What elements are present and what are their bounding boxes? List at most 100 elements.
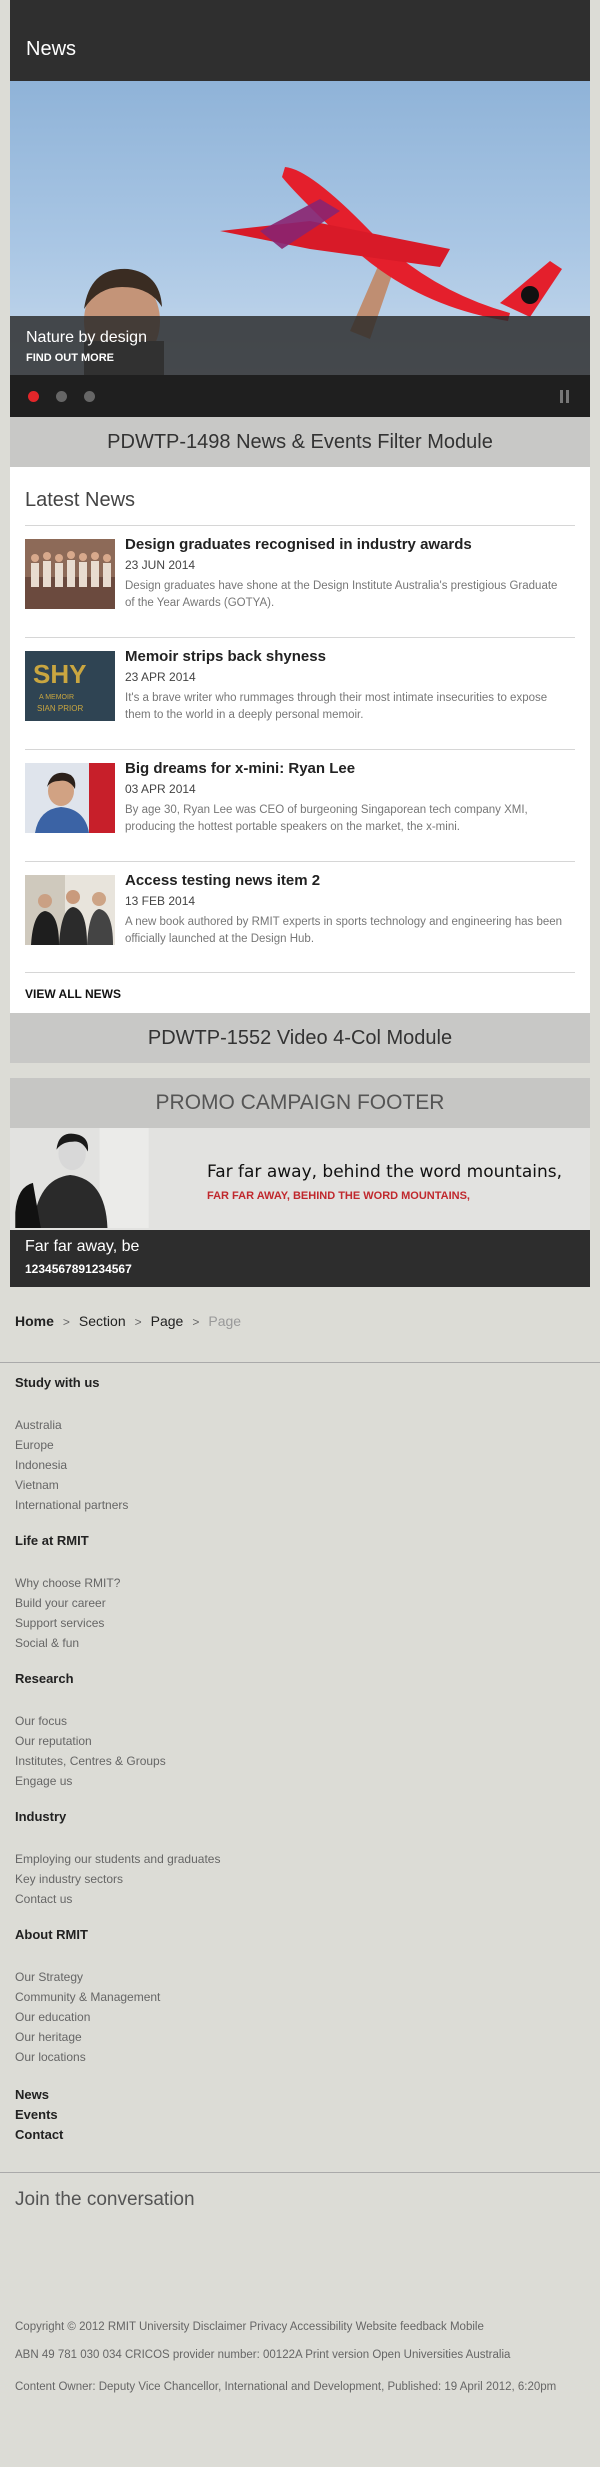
footer-heading: Life at RMIT [15, 1533, 89, 1548]
news-date: 23 APR 2014 [125, 670, 196, 684]
find-out-more-link[interactable]: FIND OUT MORE [26, 352, 114, 364]
footer-group-industry: Industry Employing our students and grad… [15, 1809, 585, 1909]
footer-link[interactable]: Our locations [15, 2047, 585, 2067]
footer-group-study: Study with us Australia Europe Indonesia… [15, 1375, 585, 1515]
footer-link[interactable]: International partners [15, 1495, 585, 1515]
footer-link[interactable]: Contact us [15, 1889, 585, 1909]
latest-news: Latest News Design graduates recognised … [10, 467, 590, 1013]
latest-news-heading: Latest News [25, 489, 136, 511]
news-thumbnail [25, 875, 115, 945]
news-thumbnail [25, 763, 115, 833]
news-title[interactable]: Memoir strips back shyness [125, 648, 326, 665]
news-date: 23 JUN 2014 [125, 558, 196, 572]
promo-person-image [11, 1128, 149, 1228]
footer-link[interactable]: Why choose RMIT? [15, 1573, 585, 1593]
news-date: 13 FEB 2014 [125, 894, 196, 908]
book-subtitle-text: A MEMOIR [39, 694, 74, 701]
footer-heading: About RMIT [15, 1927, 88, 1942]
hero-caption: Nature by design FIND OUT MORE [10, 316, 590, 375]
slider-dot-1[interactable] [28, 391, 39, 402]
news-summary: By age 30, Ryan Lee was CEO of burgeonin… [125, 804, 528, 833]
footer-link[interactable]: Social & fun [15, 1633, 585, 1653]
footer-link[interactable]: Employing our students and graduates [15, 1849, 585, 1869]
divider [25, 972, 575, 973]
news-title[interactable]: Access testing news item 2 [125, 872, 320, 889]
footer-link[interactable]: Build your career [15, 1593, 585, 1613]
pause-icon[interactable] [560, 390, 570, 403]
footer-group-research: Research Our focus Our reputation Instit… [15, 1671, 585, 1791]
news-header: News [10, 0, 590, 81]
promo-banner[interactable]: Far far away, behind the word mountains,… [10, 1128, 590, 1287]
hero-title: Nature by design [26, 329, 147, 346]
news-date: 03 APR 2014 [125, 782, 196, 796]
view-all-news-link[interactable]: VIEW ALL NEWS [25, 987, 121, 1001]
breadcrumb: Home > Section > Page > Page [15, 1313, 241, 1329]
plane-tail-logo [521, 286, 539, 304]
abn-line: ABN 49 781 030 034 CRICOS provider numbe… [15, 2349, 511, 2361]
news-title[interactable]: Design graduates recognised in industry … [125, 536, 472, 553]
footer-link-contact[interactable]: Contact [15, 2125, 585, 2145]
footer-group-life: Life at RMIT Why choose RMIT? Build your… [15, 1533, 585, 1653]
breadcrumb-page[interactable]: Page [151, 1313, 184, 1329]
breadcrumb-current: Page [208, 1313, 242, 1329]
slider-controls [10, 375, 590, 417]
promo-subline: FAR FAR AWAY, BEHIND THE WORD MOUNTAINS, [207, 1190, 470, 1202]
plane-wing [220, 221, 450, 267]
divider [0, 1362, 600, 1363]
divider [0, 2172, 600, 2173]
news-title[interactable]: Big dreams for x-mini: Ryan Lee [125, 760, 355, 777]
slider-dot-3[interactable] [84, 391, 95, 402]
promo-strip: Far far away, be 1234567891234567 [10, 1230, 590, 1287]
filter-module-bar: PDWTP-1498 News & Events Filter Module [10, 417, 590, 467]
book-author-text: SIAN PRIOR [37, 704, 83, 713]
hero-slide[interactable]: Nature by design FIND OUT MORE [10, 81, 590, 375]
page-title: News [26, 38, 77, 60]
footer-link[interactable]: Our Strategy [15, 1967, 585, 1987]
news-thumbnail: SHY A MEMOIR SIAN PRIOR [25, 651, 115, 721]
footer-link-events[interactable]: Events [15, 2105, 585, 2125]
news-summary: A new book authored by RMIT experts in s… [125, 916, 563, 945]
news-item[interactable]: SHY A MEMOIR SIAN PRIOR Memoir strips ba… [25, 637, 575, 749]
news-item[interactable]: Big dreams for x-mini: Ryan Lee 03 APR 2… [25, 749, 575, 861]
footer-link[interactable]: Australia [15, 1415, 585, 1435]
footer-link[interactable]: Our education [15, 2007, 585, 2027]
footer-link[interactable]: Our focus [15, 1711, 585, 1731]
footer-heading: Study with us [15, 1375, 100, 1390]
breadcrumb-section[interactable]: Section [79, 1313, 126, 1329]
footer-group-about: About RMIT Our Strategy Community & Mana… [15, 1927, 585, 2067]
news-list: Design graduates recognised in industry … [25, 525, 575, 973]
news-thumbnail [25, 539, 115, 609]
footer-link[interactable]: Vietnam [15, 1475, 585, 1495]
book-title-text: SHY [33, 659, 86, 689]
breadcrumb-home[interactable]: Home [15, 1313, 54, 1329]
news-item[interactable]: Access testing news item 2 13 FEB 2014 A… [25, 861, 575, 973]
chevron-right-icon: > [192, 1315, 200, 1329]
copyright-line: Copyright © 2012 RMIT University Disclai… [15, 2321, 484, 2333]
promo-footer-bar: PROMO CAMPAIGN FOOTER [10, 1078, 590, 1128]
chevron-right-icon: > [134, 1315, 142, 1329]
promo-title: Far far away, be [25, 1238, 140, 1255]
promo-headline: Far far away, behind the word mountains, [207, 1162, 562, 1182]
chevron-right-icon: > [62, 1315, 70, 1329]
promo-number: 1234567891234567 [25, 1262, 132, 1276]
footer-link[interactable]: Community & Management [15, 1987, 585, 2007]
footer-link[interactable]: Institutes, Centres & Groups [15, 1751, 585, 1771]
footer-link-news[interactable]: News [15, 2085, 585, 2105]
footer-link[interactable]: Engage us [15, 1771, 585, 1791]
video-module-bar: PDWTP-1552 Video 4-Col Module [10, 1013, 590, 1063]
footer-link[interactable]: Our reputation [15, 1731, 585, 1751]
footer-heading: Research [15, 1671, 74, 1686]
slider-dot-2[interactable] [56, 391, 67, 402]
footer-link[interactable]: Europe [15, 1435, 585, 1455]
footer-link[interactable]: Indonesia [15, 1455, 585, 1475]
footer-link[interactable]: Key industry sectors [15, 1869, 585, 1889]
footer-link[interactable]: Support services [15, 1613, 585, 1633]
news-item[interactable]: Design graduates recognised in industry … [25, 525, 575, 637]
footer-heading: Industry [15, 1809, 67, 1824]
footer-nav: Study with us Australia Europe Indonesia… [15, 1375, 585, 2145]
news-summary: It's a brave writer who rummages through… [125, 692, 548, 721]
footer-link[interactable]: Our heritage [15, 2027, 585, 2047]
news-summary: Design graduates have shone at the Desig… [125, 580, 558, 609]
join-conversation-heading: Join the conversation [15, 2189, 195, 2210]
content-owner-line: Content Owner: Deputy Vice Chancellor, I… [15, 2381, 557, 2393]
